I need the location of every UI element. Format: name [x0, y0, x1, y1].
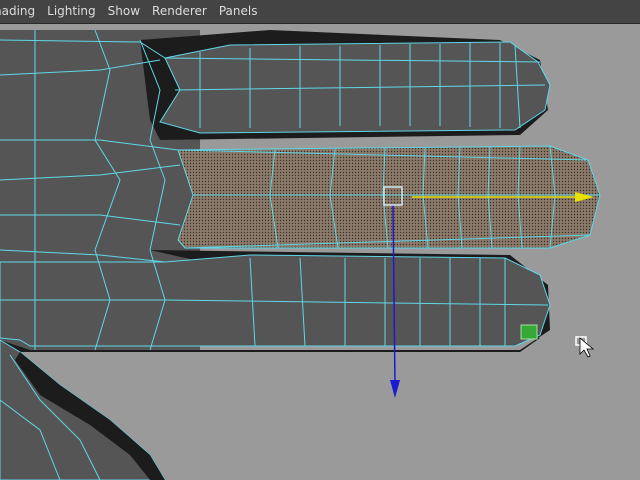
- menu-bar: hading Lighting Show Renderer Panels: [0, 0, 640, 24]
- menu-show[interactable]: Show: [102, 0, 146, 23]
- y-axis-arrow-icon[interactable]: [390, 380, 400, 398]
- menu-lighting[interactable]: Lighting: [41, 0, 102, 23]
- viewport-canvas[interactable]: [0, 24, 640, 480]
- menu-shading[interactable]: hading: [0, 0, 41, 23]
- selected-vertex[interactable]: [520, 324, 538, 340]
- cursor-icon: [575, 336, 595, 358]
- 3d-viewport[interactable]: [0, 24, 640, 480]
- menu-panels[interactable]: Panels: [213, 0, 264, 23]
- menu-renderer[interactable]: Renderer: [146, 0, 213, 23]
